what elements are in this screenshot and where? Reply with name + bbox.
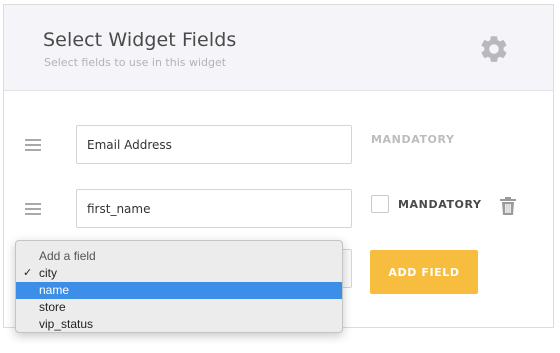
option-label: store bbox=[39, 300, 66, 314]
field-input-email[interactable] bbox=[76, 125, 352, 164]
dropdown-option-name[interactable]: name bbox=[16, 282, 342, 299]
checkmark-icon: ✓ bbox=[23, 267, 33, 279]
trash-icon[interactable] bbox=[499, 196, 517, 216]
mandatory-label-static: MANDATORY bbox=[371, 133, 455, 146]
gear-icon[interactable] bbox=[478, 33, 510, 65]
dropdown-option-vip-status[interactable]: vip_status bbox=[16, 316, 342, 333]
mandatory-label: MANDATORY bbox=[398, 198, 482, 211]
option-label: vip_status bbox=[39, 317, 94, 331]
card-header: Select Widget Fields Select fields to us… bbox=[4, 5, 553, 91]
page-subtitle: Select fields to use in this widget bbox=[44, 56, 227, 69]
option-label: city bbox=[39, 266, 57, 280]
drag-handle-icon[interactable] bbox=[25, 203, 43, 217]
page-title: Select Widget Fields bbox=[43, 29, 237, 51]
dropdown-option-city[interactable]: ✓ city bbox=[16, 265, 342, 282]
field-input-first-name[interactable] bbox=[76, 189, 352, 228]
dropdown-option-store[interactable]: store bbox=[16, 299, 342, 316]
add-field-dropdown[interactable]: Add a field ✓ city name store vip_status bbox=[15, 240, 343, 333]
dropdown-prompt: Add a field bbox=[39, 249, 96, 263]
add-field-button[interactable]: ADD FIELD bbox=[370, 250, 478, 294]
mandatory-checkbox[interactable] bbox=[371, 195, 389, 213]
drag-handle-icon[interactable] bbox=[25, 139, 43, 153]
option-label: name bbox=[39, 283, 70, 297]
